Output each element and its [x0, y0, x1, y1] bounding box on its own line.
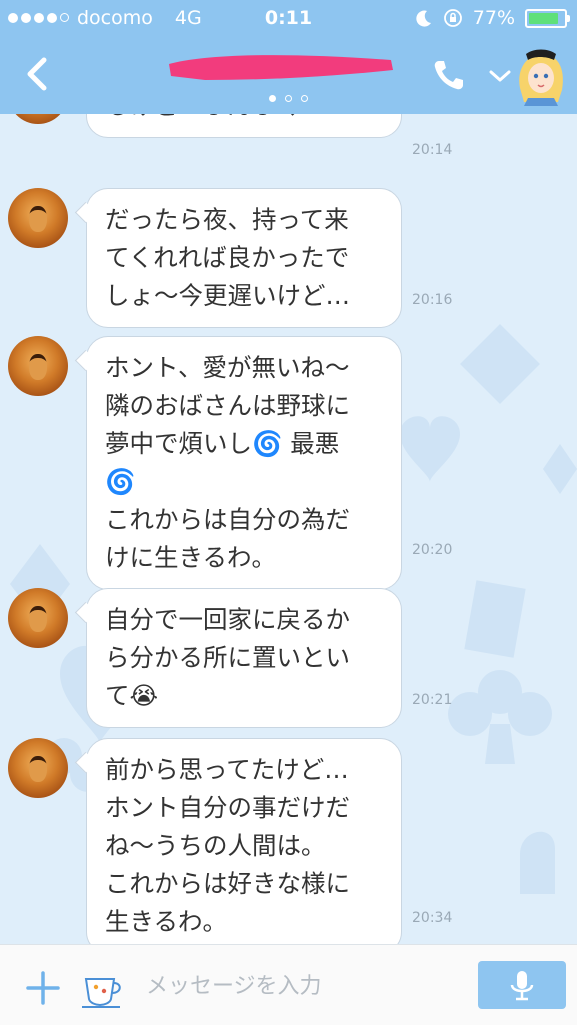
message-input[interactable] — [144, 965, 468, 1007]
message-input-bar — [0, 944, 577, 1025]
message-bubble: 前から思ってたけど… ホント自分の事だけだ ね〜うちの人間は。 これからは好きな… — [86, 738, 402, 944]
mic-button[interactable] — [478, 961, 566, 1009]
microphone-icon — [510, 971, 534, 1001]
rotation-lock-icon — [443, 9, 462, 27]
chat-header: docomo 4G 0:11 77% — [0, 0, 577, 114]
message-time: 20:16 — [412, 292, 453, 308]
message-time: 20:20 — [412, 542, 453, 558]
contact-avatar[interactable] — [8, 588, 68, 648]
back-button[interactable] — [20, 54, 56, 94]
battery-percent: 77% — [472, 7, 515, 29]
contact-avatar[interactable] — [8, 336, 68, 396]
moon-icon — [416, 10, 431, 27]
message-time: 20:34 — [412, 910, 453, 926]
chat-area[interactable]: るけど…ぷんぷく 20:14 だったら夜、持って来 てくれれば良かったで しょ〜… — [0, 114, 577, 944]
contact-avatar[interactable] — [8, 738, 68, 798]
message-bubble: るけど…ぷんぷく — [86, 114, 402, 138]
teacup-icon[interactable] — [80, 969, 124, 1009]
status-bar: docomo 4G 0:11 77% — [0, 0, 577, 36]
call-button[interactable] — [432, 58, 466, 92]
alice-character-icon[interactable] — [512, 48, 568, 106]
message-time: 20:14 — [412, 142, 453, 158]
message-bubble: ホント、愛が無いね〜 隣のおばさんは野球に 夢中で煩いし🌀 最悪 🌀 これからは… — [86, 336, 402, 590]
chat-title-redacted — [169, 55, 393, 80]
message-bubble: 自分で一回家に戻るか ら分かる所に置いとい て😭 — [86, 588, 402, 728]
message-time: 20:21 — [412, 692, 453, 708]
message-bubble: だったら夜、持って来 てくれれば良かったで しょ〜今更遅いけど… — [86, 188, 402, 328]
plus-icon[interactable] — [24, 969, 62, 1007]
page-indicator — [0, 95, 577, 102]
contact-avatar[interactable] — [8, 188, 68, 248]
battery-icon — [525, 8, 570, 28]
chevron-down-icon[interactable] — [488, 68, 512, 84]
